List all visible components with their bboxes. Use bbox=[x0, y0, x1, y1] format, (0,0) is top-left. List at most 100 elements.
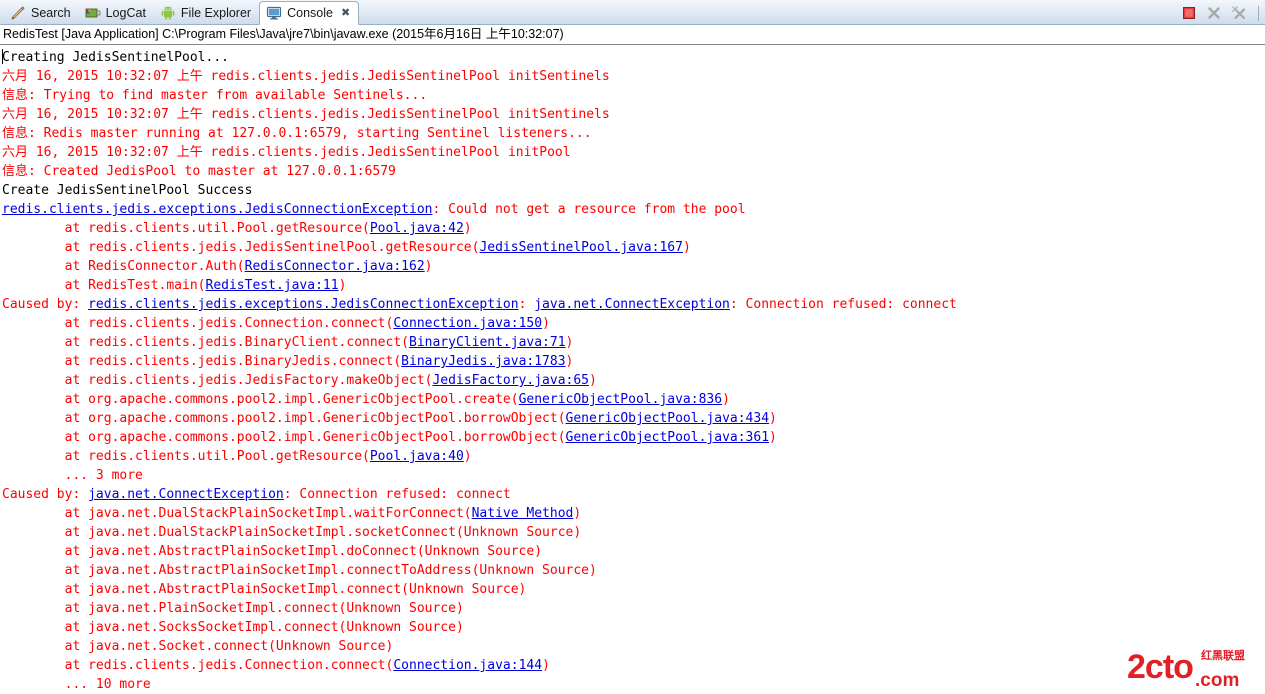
console-output-panel[interactable]: Creating JedisSentinelPool... 六月 16, 2015… bbox=[0, 44, 1265, 694]
remove-all-launches-icon bbox=[1231, 5, 1247, 21]
console-text: 信息: Created JedisPool to master at 127.0… bbox=[2, 164, 396, 179]
terminate-stop-icon[interactable] bbox=[1181, 5, 1197, 21]
toolbar-separator bbox=[1258, 5, 1259, 21]
console-line: at java.net.Socket.connect(Unknown Sourc… bbox=[2, 637, 1265, 656]
console-text: 信息: Redis master running at 127.0.0.1:65… bbox=[2, 126, 592, 141]
console-text: : Connection refused: connect bbox=[283, 487, 511, 502]
tab-console-label: Console bbox=[287, 5, 333, 20]
console-line: 六月 16, 2015 10:32:07 上午 redis.clients.je… bbox=[2, 67, 1265, 86]
process-header-line: RedisTest [Java Application] C:\Program … bbox=[0, 25, 1265, 44]
console-text: Caused by: bbox=[2, 487, 89, 502]
stacktrace-link[interactable]: Connection.java:150 bbox=[393, 316, 542, 331]
console-line: at RedisTest.main(RedisTest.java:11) bbox=[2, 276, 1265, 295]
console-line: 信息: Trying to find master from available… bbox=[2, 86, 1265, 105]
console-text: at java.net.AbstractPlainSocketImpl.doCo… bbox=[2, 544, 543, 559]
console-text: at redis.clients.jedis.Connection.connec… bbox=[2, 316, 394, 331]
console-line: Creating JedisSentinelPool... bbox=[2, 48, 1265, 67]
console-text: ) bbox=[565, 335, 574, 350]
console-line: at java.net.DualStackPlainSocketImpl.soc… bbox=[2, 523, 1265, 542]
close-icon[interactable]: ✖ bbox=[341, 7, 350, 19]
console-text: at redis.clients.util.Pool.getResource( bbox=[2, 449, 370, 464]
console-text: at redis.clients.util.Pool.getResource( bbox=[2, 221, 370, 236]
tab-logcat[interactable]: LogCat bbox=[79, 2, 154, 24]
console-text: : Connection refused: connect bbox=[729, 297, 957, 312]
tab-search-label: Search bbox=[31, 5, 71, 20]
text-caret bbox=[2, 49, 3, 64]
console-text: ) bbox=[682, 240, 691, 255]
stacktrace-link[interactable]: Pool.java:42 bbox=[370, 221, 464, 236]
stacktrace-link[interactable]: GenericObjectPool.java:836 bbox=[519, 392, 723, 407]
console-line: Caused by: redis.clients.jedis.exception… bbox=[2, 295, 1265, 314]
console-text: Caused by: bbox=[2, 297, 89, 312]
console-text: : bbox=[518, 297, 535, 312]
console-line: at redis.clients.jedis.JedisFactory.make… bbox=[2, 371, 1265, 390]
stacktrace-link[interactable]: JedisFactory.java:65 bbox=[432, 373, 589, 388]
console-text: ) bbox=[463, 449, 472, 464]
console-line: at redis.clients.jedis.BinaryClient.conn… bbox=[2, 333, 1265, 352]
tab-console[interactable]: Console ✖ bbox=[259, 1, 360, 25]
console-line: at java.net.SocksSocketImpl.connect(Unkn… bbox=[2, 618, 1265, 637]
console-line: at org.apache.commons.pool2.impl.Generic… bbox=[2, 390, 1265, 409]
android-icon bbox=[160, 5, 176, 21]
stacktrace-link[interactable]: GenericObjectPool.java:361 bbox=[566, 430, 770, 445]
console-text: 信息: Trying to find master from available… bbox=[2, 88, 428, 103]
console-line: Create JedisSentinelPool Success bbox=[2, 181, 1265, 200]
console-text: ... 10 more bbox=[2, 677, 151, 692]
console-text: at redis.clients.jedis.Connection.connec… bbox=[2, 658, 394, 673]
console-text: ) bbox=[565, 354, 574, 369]
console-line: at java.net.AbstractPlainSocketImpl.conn… bbox=[2, 561, 1265, 580]
console-line: at java.net.AbstractPlainSocketImpl.doCo… bbox=[2, 542, 1265, 561]
console-text: ) bbox=[542, 658, 550, 673]
tab-file-explorer-label: File Explorer bbox=[180, 5, 252, 20]
stacktrace-link[interactable]: RedisTest.java:11 bbox=[206, 278, 339, 293]
search-pencil-icon bbox=[10, 5, 26, 21]
stacktrace-link[interactable]: BinaryJedis.java:1783 bbox=[401, 354, 565, 369]
console-line: at redis.clients.jedis.Connection.connec… bbox=[2, 656, 1265, 675]
console-line: at redis.clients.jedis.JedisSentinelPool… bbox=[2, 238, 1265, 257]
stacktrace-link[interactable]: redis.clients.jedis.exceptions.JedisConn… bbox=[88, 297, 518, 312]
stacktrace-link[interactable]: RedisConnector.java:162 bbox=[245, 259, 425, 274]
console-text: ) bbox=[589, 373, 597, 388]
console-line: at org.apache.commons.pool2.impl.Generic… bbox=[2, 409, 1265, 428]
console-text: at org.apache.commons.pool2.impl.Generic… bbox=[2, 430, 566, 445]
console-text: at redis.clients.jedis.JedisFactory.make… bbox=[2, 373, 433, 388]
stacktrace-link[interactable]: GenericObjectPool.java:434 bbox=[566, 411, 770, 426]
stacktrace-link[interactable]: Connection.java:144 bbox=[393, 658, 542, 673]
console-text: ) bbox=[722, 392, 730, 407]
stacktrace-link[interactable]: java.net.ConnectException bbox=[88, 487, 284, 502]
stacktrace-link[interactable]: Native Method bbox=[472, 506, 574, 521]
console-text: ... 3 more bbox=[2, 468, 143, 483]
stacktrace-link[interactable]: JedisSentinelPool.java:167 bbox=[479, 240, 683, 255]
console-line: at java.net.DualStackPlainSocketImpl.wai… bbox=[2, 504, 1265, 523]
stacktrace-link[interactable]: redis.clients.jedis.exceptions.JedisConn… bbox=[2, 202, 432, 217]
console-text: 六月 16, 2015 10:32:07 上午 redis.clients.je… bbox=[2, 145, 571, 160]
console-line: at java.net.AbstractPlainSocketImpl.conn… bbox=[2, 580, 1265, 599]
console-text: at java.net.AbstractPlainSocketImpl.conn… bbox=[2, 563, 597, 578]
console-text: at java.net.PlainSocketImpl.connect(Unkn… bbox=[2, 601, 464, 616]
console-text: ) bbox=[542, 316, 550, 331]
console-text: at java.net.DualStackPlainSocketImpl.soc… bbox=[2, 525, 582, 540]
console-text: at RedisTest.main( bbox=[2, 278, 206, 293]
console-line: ... 10 more bbox=[2, 675, 1265, 694]
stacktrace-link[interactable]: Pool.java:40 bbox=[370, 449, 464, 464]
console-line: 信息: Created JedisPool to master at 127.0… bbox=[2, 162, 1265, 181]
console-text: at java.net.AbstractPlainSocketImpl.conn… bbox=[2, 582, 527, 597]
remove-launch-icon bbox=[1206, 5, 1222, 21]
console-line: redis.clients.jedis.exceptions.JedisConn… bbox=[2, 200, 1265, 219]
console-text: at redis.clients.jedis.BinaryClient.conn… bbox=[2, 335, 409, 350]
stacktrace-link[interactable]: java.net.ConnectException bbox=[534, 297, 730, 312]
console-line: at RedisConnector.Auth(RedisConnector.ja… bbox=[2, 257, 1265, 276]
console-text: at RedisConnector.Auth( bbox=[2, 259, 245, 274]
console-lines: Creating JedisSentinelPool... 六月 16, 2015… bbox=[0, 45, 1265, 694]
console-line: at org.apache.commons.pool2.impl.Generic… bbox=[2, 428, 1265, 447]
console-text: ) bbox=[424, 259, 433, 274]
console-line: at java.net.PlainSocketImpl.connect(Unkn… bbox=[2, 599, 1265, 618]
console-line: Caused by: java.net.ConnectException: Co… bbox=[2, 485, 1265, 504]
stacktrace-link[interactable]: BinaryClient.java:71 bbox=[409, 335, 566, 350]
console-line: at redis.clients.util.Pool.getResource(P… bbox=[2, 219, 1265, 238]
console-text: ) bbox=[573, 506, 582, 521]
tab-search[interactable]: Search bbox=[4, 2, 79, 24]
console-line: 信息: Redis master running at 127.0.0.1:65… bbox=[2, 124, 1265, 143]
console-line: at redis.clients.jedis.Connection.connec… bbox=[2, 314, 1265, 333]
tab-file-explorer[interactable]: File Explorer bbox=[154, 2, 259, 24]
